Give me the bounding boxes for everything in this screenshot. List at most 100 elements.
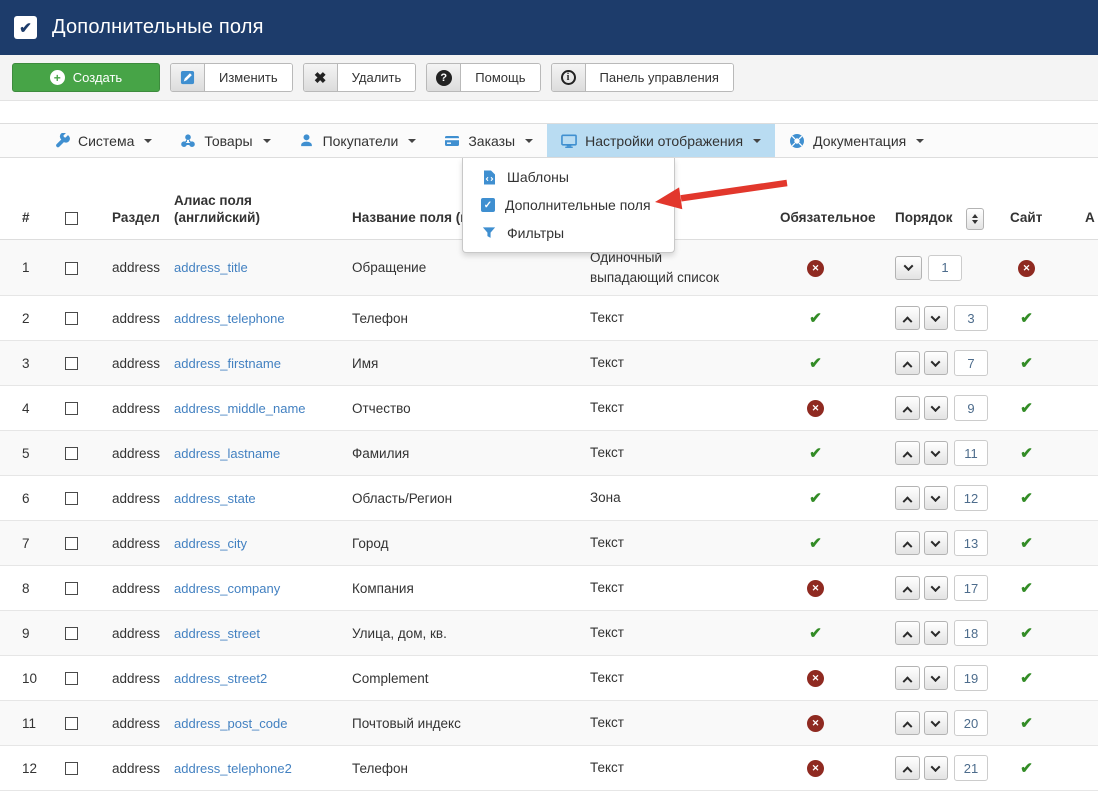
order-value-input[interactable] <box>928 255 962 281</box>
row-checkbox[interactable] <box>65 627 78 640</box>
enabled-check-icon[interactable] <box>1020 400 1033 417</box>
alias-link[interactable]: address_telephone <box>174 311 285 326</box>
menu-item-label: Заказы <box>468 133 515 149</box>
enabled-check-icon[interactable] <box>809 535 822 552</box>
alias-link[interactable]: address_firstname <box>174 356 281 371</box>
row-checkbox[interactable] <box>65 492 78 505</box>
alias-link[interactable]: address_street2 <box>174 671 267 686</box>
order-value-input[interactable] <box>954 755 988 781</box>
control-panel-button[interactable]: Панель управления <box>551 63 734 92</box>
alias-link[interactable]: address_post_code <box>174 716 287 731</box>
disabled-cross-icon[interactable] <box>807 400 824 417</box>
enabled-check-icon[interactable] <box>809 490 822 507</box>
menu-item-customers[interactable]: Покупатели <box>285 124 431 157</box>
order-down-button[interactable] <box>924 441 949 465</box>
order-up-button[interactable] <box>895 666 920 690</box>
delete-button[interactable]: Удалить <box>303 63 417 92</box>
enabled-check-icon[interactable] <box>1020 445 1033 462</box>
menu-item-documentation[interactable]: Документация <box>775 124 938 157</box>
menu-item-products[interactable]: Товары <box>166 124 284 157</box>
menu-item-display-settings[interactable]: Настройки отображения <box>547 124 775 157</box>
order-value-input[interactable] <box>954 710 988 736</box>
order-up-button[interactable] <box>895 441 920 465</box>
enabled-check-icon[interactable] <box>809 355 822 372</box>
dropdown-item-additional-fields[interactable]: Дополнительные поля <box>463 191 674 219</box>
enabled-check-icon[interactable] <box>1020 670 1033 687</box>
enabled-check-icon[interactable] <box>1020 535 1033 552</box>
row-checkbox[interactable] <box>65 537 78 550</box>
save-order-button[interactable] <box>966 208 984 230</box>
order-down-button[interactable] <box>924 711 949 735</box>
order-down-button[interactable] <box>924 351 949 375</box>
order-value-input[interactable] <box>954 620 988 646</box>
order-down-button[interactable] <box>924 666 949 690</box>
order-down-button[interactable] <box>924 396 949 420</box>
enabled-check-icon[interactable] <box>809 625 822 642</box>
menu-item-orders[interactable]: Заказы <box>430 124 547 157</box>
enabled-check-icon[interactable] <box>1020 715 1033 732</box>
enabled-check-icon[interactable] <box>1020 580 1033 597</box>
row-checkbox[interactable] <box>65 447 78 460</box>
alias-link[interactable]: address_middle_name <box>174 401 306 416</box>
order-value-input[interactable] <box>954 440 988 466</box>
enabled-check-icon[interactable] <box>1020 310 1033 327</box>
disabled-cross-icon[interactable] <box>807 670 824 687</box>
order-up-button[interactable] <box>895 486 920 510</box>
disabled-cross-icon[interactable] <box>807 580 824 597</box>
order-down-button[interactable] <box>924 756 949 780</box>
row-checkbox[interactable] <box>65 672 78 685</box>
row-checkbox[interactable] <box>65 402 78 415</box>
alias-link[interactable]: address_street <box>174 626 260 641</box>
dropdown-item-filters[interactable]: Фильтры <box>463 219 674 247</box>
select-all-checkbox[interactable] <box>65 212 78 225</box>
alias-link[interactable]: address_city <box>174 536 247 551</box>
help-button[interactable]: Помощь <box>426 63 540 92</box>
order-value-input[interactable] <box>954 530 988 556</box>
order-up-button[interactable] <box>895 396 920 420</box>
alias-link[interactable]: address_telephone2 <box>174 761 292 776</box>
order-value-input[interactable] <box>954 575 988 601</box>
row-checkbox[interactable] <box>65 762 78 775</box>
row-checkbox[interactable] <box>65 312 78 325</box>
order-down-button[interactable] <box>924 486 949 510</box>
order-up-button[interactable] <box>895 576 920 600</box>
menu-item-system[interactable]: Система <box>40 124 166 157</box>
dropdown-item-templates[interactable]: Шаблоны <box>463 163 674 191</box>
enabled-check-icon[interactable] <box>1020 355 1033 372</box>
order-up-button[interactable] <box>895 756 920 780</box>
alias-link[interactable]: address_state <box>174 491 256 506</box>
order-down-button[interactable] <box>924 306 949 330</box>
row-checkbox[interactable] <box>65 582 78 595</box>
enabled-check-icon[interactable] <box>1020 625 1033 642</box>
order-value-input[interactable] <box>954 485 988 511</box>
row-checkbox[interactable] <box>65 357 78 370</box>
order-down-button[interactable] <box>924 576 949 600</box>
enabled-check-icon[interactable] <box>1020 490 1033 507</box>
disabled-cross-icon[interactable] <box>807 260 824 277</box>
enabled-check-icon[interactable] <box>1020 760 1033 777</box>
order-up-button[interactable] <box>895 621 920 645</box>
alias-link[interactable]: address_lastname <box>174 446 280 461</box>
alias-link[interactable]: address_company <box>174 581 280 596</box>
order-up-button[interactable] <box>895 306 920 330</box>
row-checkbox[interactable] <box>65 717 78 730</box>
enabled-check-icon[interactable] <box>809 445 822 462</box>
order-up-button[interactable] <box>895 531 920 555</box>
edit-button[interactable]: Изменить <box>170 63 293 92</box>
order-up-button[interactable] <box>895 711 920 735</box>
disabled-cross-icon[interactable] <box>1018 260 1035 277</box>
order-down-button[interactable] <box>924 621 949 645</box>
disabled-cross-icon[interactable] <box>807 760 824 777</box>
order-up-button[interactable] <box>895 351 920 375</box>
order-value-input[interactable] <box>954 350 988 376</box>
alias-link[interactable]: address_title <box>174 260 248 275</box>
order-value-input[interactable] <box>954 665 988 691</box>
order-down-button[interactable] <box>895 256 922 280</box>
order-value-input[interactable] <box>954 305 988 331</box>
disabled-cross-icon[interactable] <box>807 715 824 732</box>
row-checkbox[interactable] <box>65 262 78 275</box>
create-button[interactable]: Создать <box>12 63 160 92</box>
order-down-button[interactable] <box>924 531 949 555</box>
order-value-input[interactable] <box>954 395 988 421</box>
enabled-check-icon[interactable] <box>809 310 822 327</box>
